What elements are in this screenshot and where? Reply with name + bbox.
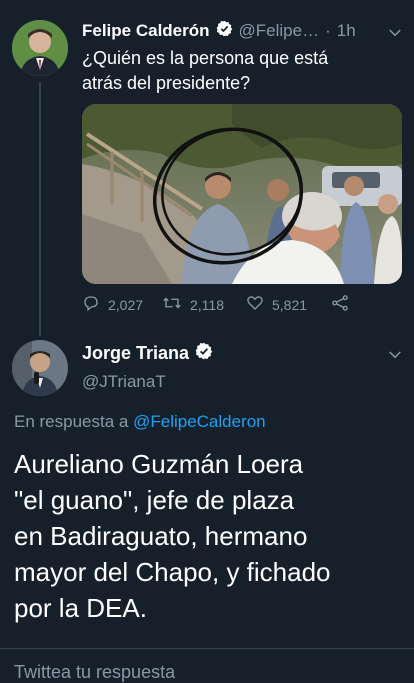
like-button[interactable]: 5,821 — [246, 294, 307, 315]
tweet-text-line: Aureliano Guzmán Loera — [14, 449, 304, 479]
chevron-down-icon[interactable] — [386, 24, 404, 47]
tweet-text-line: mayor del Chapo, y fichado — [14, 557, 331, 587]
author-handle[interactable]: @JTrianaT — [82, 372, 166, 392]
heart-icon — [246, 294, 264, 315]
author-handle[interactable]: @Felipe… — [239, 21, 320, 41]
tweet-text-line: por la DEA. — [14, 593, 147, 623]
dot-separator: · — [325, 21, 331, 40]
reply-count: 2,027 — [108, 296, 144, 313]
tweet-time[interactable]: 1h — [337, 21, 356, 41]
verified-badge-icon — [195, 342, 213, 365]
tweet-text-line: ¿Quién es la persona que está — [82, 48, 329, 68]
retweet-icon — [162, 294, 182, 315]
author-name[interactable]: Jorge Triana — [82, 343, 189, 364]
chevron-down-icon[interactable] — [386, 346, 404, 369]
tweet-1[interactable]: Felipe Calderón @Felipe… · 1h ¿Quién es … — [0, 0, 414, 336]
author-name[interactable]: Felipe Calderón — [82, 21, 210, 41]
reply-button[interactable]: 2,027 — [82, 294, 143, 315]
reply-context: En respuesta a @FelipeCalderon — [14, 412, 266, 432]
reply-composer-placeholder[interactable]: Twittea tu respuesta — [14, 662, 175, 682]
avatar[interactable] — [12, 340, 68, 396]
tweet-text: ¿Quién es la persona que está atrás del … — [82, 46, 402, 96]
tweet-2[interactable]: Jorge Triana @JTrianaT En respuesta a @F… — [0, 330, 414, 650]
reply-to-link[interactable]: @FelipeCalderon — [133, 412, 266, 431]
tweet-text-line: en Badiraguato, hermano — [14, 521, 308, 551]
thread-line — [39, 82, 41, 336]
retweet-count: 2,118 — [190, 296, 224, 313]
verified-badge-icon — [216, 20, 233, 42]
divider — [0, 648, 414, 649]
retweet-button[interactable]: 2,118 — [162, 294, 224, 315]
tweet-text-line: atrás del presidente? — [82, 73, 251, 93]
reply-prefix: En respuesta a — [14, 412, 129, 431]
reply-icon — [82, 294, 100, 315]
like-count: 5,821 — [272, 296, 308, 313]
avatar[interactable] — [12, 20, 68, 76]
tweet-photo[interactable] — [82, 104, 402, 284]
tweet-text-line: "el guano", jefe de plaza — [14, 485, 295, 515]
tweet-text: Aureliano Guzmán Loera "el guano", jefe … — [14, 446, 404, 626]
share-icon[interactable] — [330, 294, 350, 317]
